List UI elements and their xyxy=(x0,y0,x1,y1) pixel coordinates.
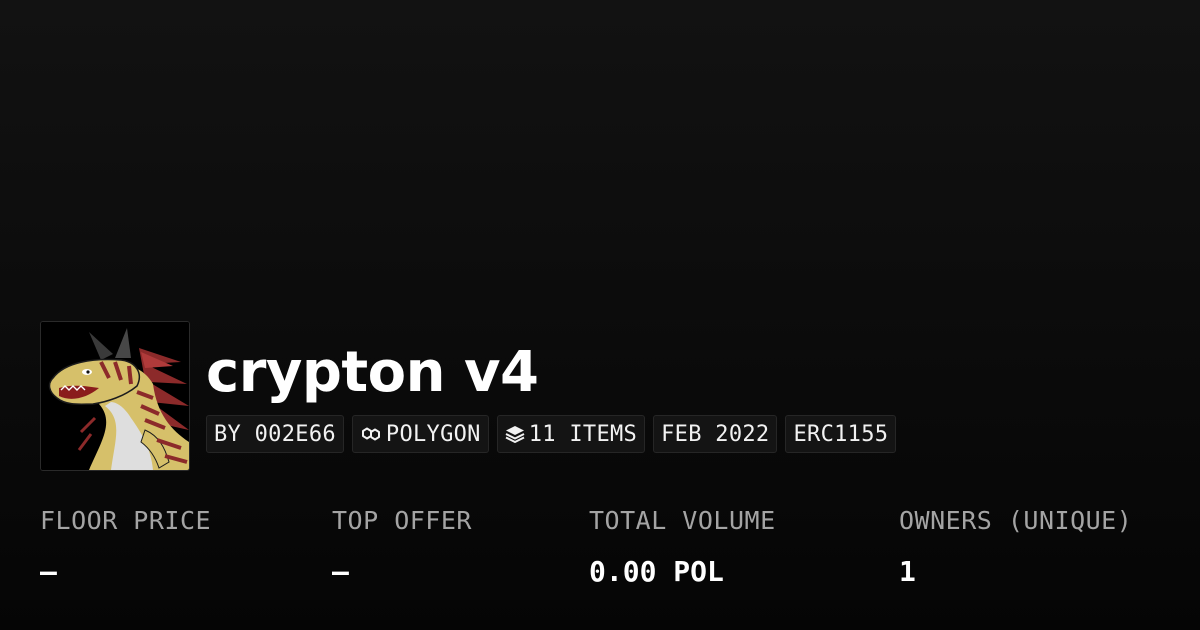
collection-stats: FLOOR PRICE – TOP OFFER – TOTAL VOLUME 0… xyxy=(40,503,1180,603)
top-offer-value: – xyxy=(332,555,349,588)
owners-value: 1 xyxy=(899,555,916,588)
creator-badge[interactable]: BY 002E66 xyxy=(206,415,344,453)
total-volume-label: TOTAL VOLUME xyxy=(589,506,776,535)
owners-stat: OWNERS (UNIQUE) 1 xyxy=(899,503,1132,590)
layers-icon xyxy=(505,425,525,443)
top-offer-stat: TOP OFFER – xyxy=(332,503,472,590)
collection-badges: BY 002E66 POLYGON 11 ITEMS FEB 2022 ERC1… xyxy=(206,415,897,453)
total-volume-value: 0.00 POL xyxy=(589,555,724,588)
date-label: FEB 2022 xyxy=(661,421,770,447)
total-volume-stat: TOTAL VOLUME 0.00 POL xyxy=(589,503,776,590)
standard-label: ERC1155 xyxy=(793,421,889,447)
items-badge[interactable]: 11 ITEMS xyxy=(496,415,646,453)
top-offer-label: TOP OFFER xyxy=(332,506,472,535)
owners-label: OWNERS (UNIQUE) xyxy=(899,506,1133,535)
items-label: 11 ITEMS xyxy=(528,421,638,447)
standard-badge: ERC1155 xyxy=(785,415,897,453)
chain-badge[interactable]: POLYGON xyxy=(351,415,489,453)
polygon-icon xyxy=(360,425,382,443)
creator-label: BY 002E66 xyxy=(214,421,336,447)
collection-title: crypton v4 xyxy=(206,340,539,405)
collection-avatar[interactable] xyxy=(40,321,190,471)
floor-price-stat: FLOOR PRICE – xyxy=(40,503,211,590)
chain-label: POLYGON xyxy=(385,421,481,447)
collection-header: crypton v4 BY 002E66 POLYGON 11 ITEMS FE… xyxy=(40,321,1160,471)
date-badge: FEB 2022 xyxy=(653,415,778,453)
dragon-avatar-image xyxy=(41,322,189,470)
floor-price-value: – xyxy=(40,555,57,588)
floor-price-label: FLOOR PRICE xyxy=(40,506,212,535)
